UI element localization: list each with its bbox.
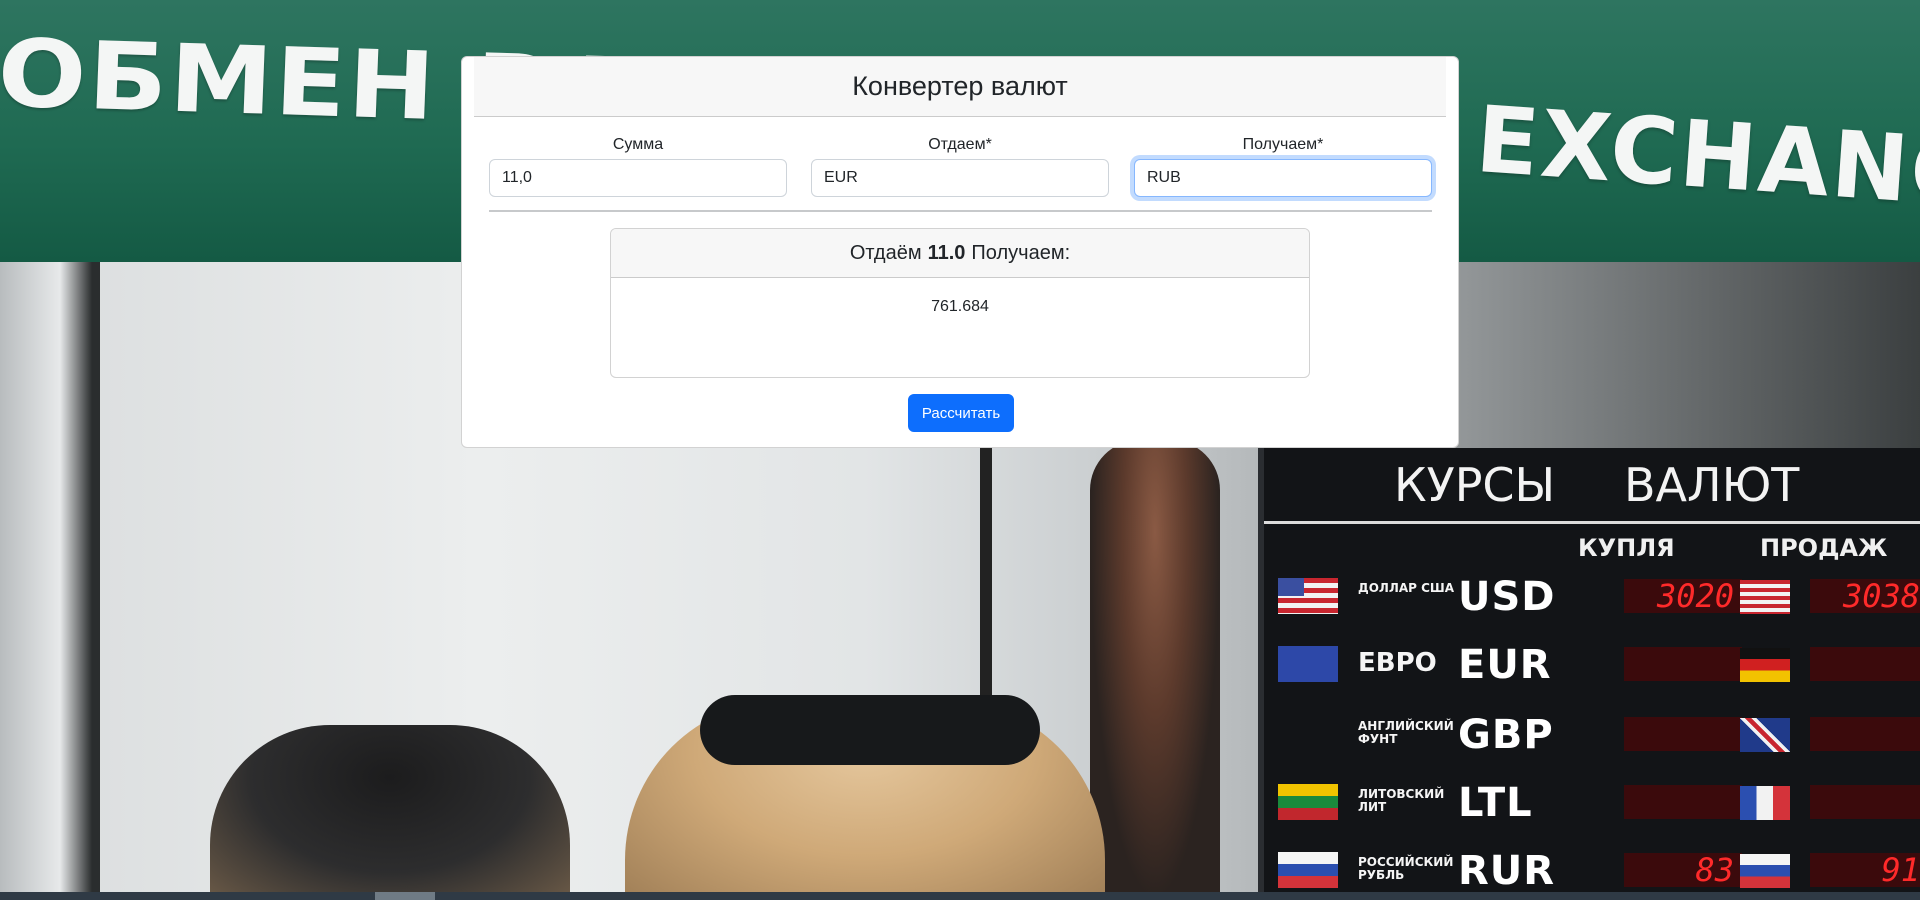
cashier-figure — [1090, 440, 1220, 900]
result-amount: 11.0 — [927, 241, 966, 264]
board-currency-code: LTL — [1458, 780, 1533, 826]
result-card: Отдаём 11.0 Получаем: 761.684 — [610, 228, 1310, 378]
to-field-group: Получаем* RUB — [1134, 135, 1432, 197]
result-value: 761.684 — [931, 298, 989, 315]
france-flag-icon — [1740, 786, 1790, 820]
to-currency-input[interactable]: RUB — [1134, 159, 1432, 197]
eu-flag-icon — [1278, 646, 1338, 682]
germany-flag-icon — [1740, 648, 1790, 682]
board-row-ltl: ЛИТОВСКИЙ ЛИТ LTL — [1278, 778, 1920, 826]
from-field-group: Отдаем* EUR — [811, 135, 1109, 197]
converter-card: Конвертер валют Сумма 11,0 Отдаем* EUR П… — [461, 56, 1459, 448]
page-title: Конвертер валют — [852, 71, 1068, 101]
russia-flag-icon — [1740, 854, 1790, 888]
fur-hat-top — [700, 695, 1040, 765]
board-row-gbp: АНГЛИЙСКИЙ ФУНТ GBP — [1278, 710, 1920, 758]
fur-hat-dark — [210, 725, 570, 900]
board-row-eur: ЕВРО EUR — [1278, 640, 1920, 688]
board-sell-rate — [1810, 717, 1920, 751]
amount-field-group: Сумма 11,0 — [489, 135, 787, 197]
russia-flag-icon — [1278, 852, 1338, 888]
board-currency-name: ЕВРО — [1358, 648, 1437, 678]
taskbar-marker — [375, 892, 435, 900]
board-currency-name: ДОЛЛАР США — [1358, 581, 1454, 595]
board-title-right: ВАЛЮТ — [1624, 458, 1800, 512]
board-buy-rate: 83 — [1624, 853, 1742, 887]
board-currency-name: ЛИТОВСКИЙ ЛИТ — [1358, 787, 1445, 814]
board-head-buy: КУПЛЯ — [1578, 534, 1675, 562]
exchange-rates-board: КУРСЫ ВАЛЮТ КУПЛЯ ПРОДАЖ ДОЛЛАР США USD … — [1258, 448, 1920, 900]
window-frame — [0, 262, 100, 900]
board-title-left: КУРСЫ — [1394, 458, 1556, 512]
board-currency-code: EUR — [1458, 642, 1552, 688]
board-buy-rate — [1624, 647, 1742, 681]
result-prefix: Отдаём — [849, 241, 922, 264]
board-row-usd: ДОЛЛАР США USD 3020 3038 — [1278, 572, 1920, 620]
form-divider — [489, 210, 1432, 212]
board-currency-code: USD — [1458, 574, 1556, 620]
board-currency-code: GBP — [1458, 712, 1554, 758]
result-suffix: Получаем: — [971, 241, 1071, 264]
card-header: Конвертер валют — [474, 57, 1446, 117]
result-header: Отдаём 11.0 Получаем: — [611, 229, 1309, 278]
board-sell-rate: 3038 — [1810, 579, 1920, 613]
board-row-rur: РОССИЙСКИЙ РУБЛЬ RUR 83 91 — [1278, 846, 1920, 894]
uk-flag-icon — [1740, 718, 1790, 752]
converter-form: Сумма 11,0 Отдаем* EUR Получаем* RUB — [489, 135, 1432, 197]
board-currency-name: АНГЛИЙСКИЙ ФУНТ — [1358, 719, 1454, 746]
board-divider — [1264, 521, 1920, 524]
taskbar-strip — [0, 892, 1920, 900]
board-currency-code: RUR — [1458, 848, 1556, 894]
board-buy-rate — [1624, 785, 1742, 819]
to-currency-label: Получаем* — [1242, 136, 1324, 153]
usa-flag-icon — [1278, 578, 1338, 614]
board-head-sell: ПРОДАЖ — [1760, 534, 1888, 562]
board-title: КУРСЫ ВАЛЮТ — [1264, 448, 1920, 522]
lithuania-flag-icon — [1278, 784, 1338, 820]
board-sell-rate — [1810, 647, 1920, 681]
board-currency-name: РОССИЙСКИЙ РУБЛЬ — [1358, 855, 1454, 882]
board-sell-rate: 91 — [1810, 853, 1920, 887]
usa-flag-icon — [1740, 580, 1790, 614]
board-sell-rate — [1810, 785, 1920, 819]
amount-input[interactable]: 11,0 — [489, 159, 787, 197]
from-currency-label: Отдаем* — [928, 136, 992, 153]
board-buy-rate: 3020 — [1624, 579, 1742, 613]
board-buy-rate — [1624, 717, 1742, 751]
calculate-button[interactable]: Рассчитать — [908, 394, 1014, 432]
from-currency-input[interactable]: EUR — [811, 159, 1109, 197]
amount-label: Сумма — [612, 136, 664, 153]
